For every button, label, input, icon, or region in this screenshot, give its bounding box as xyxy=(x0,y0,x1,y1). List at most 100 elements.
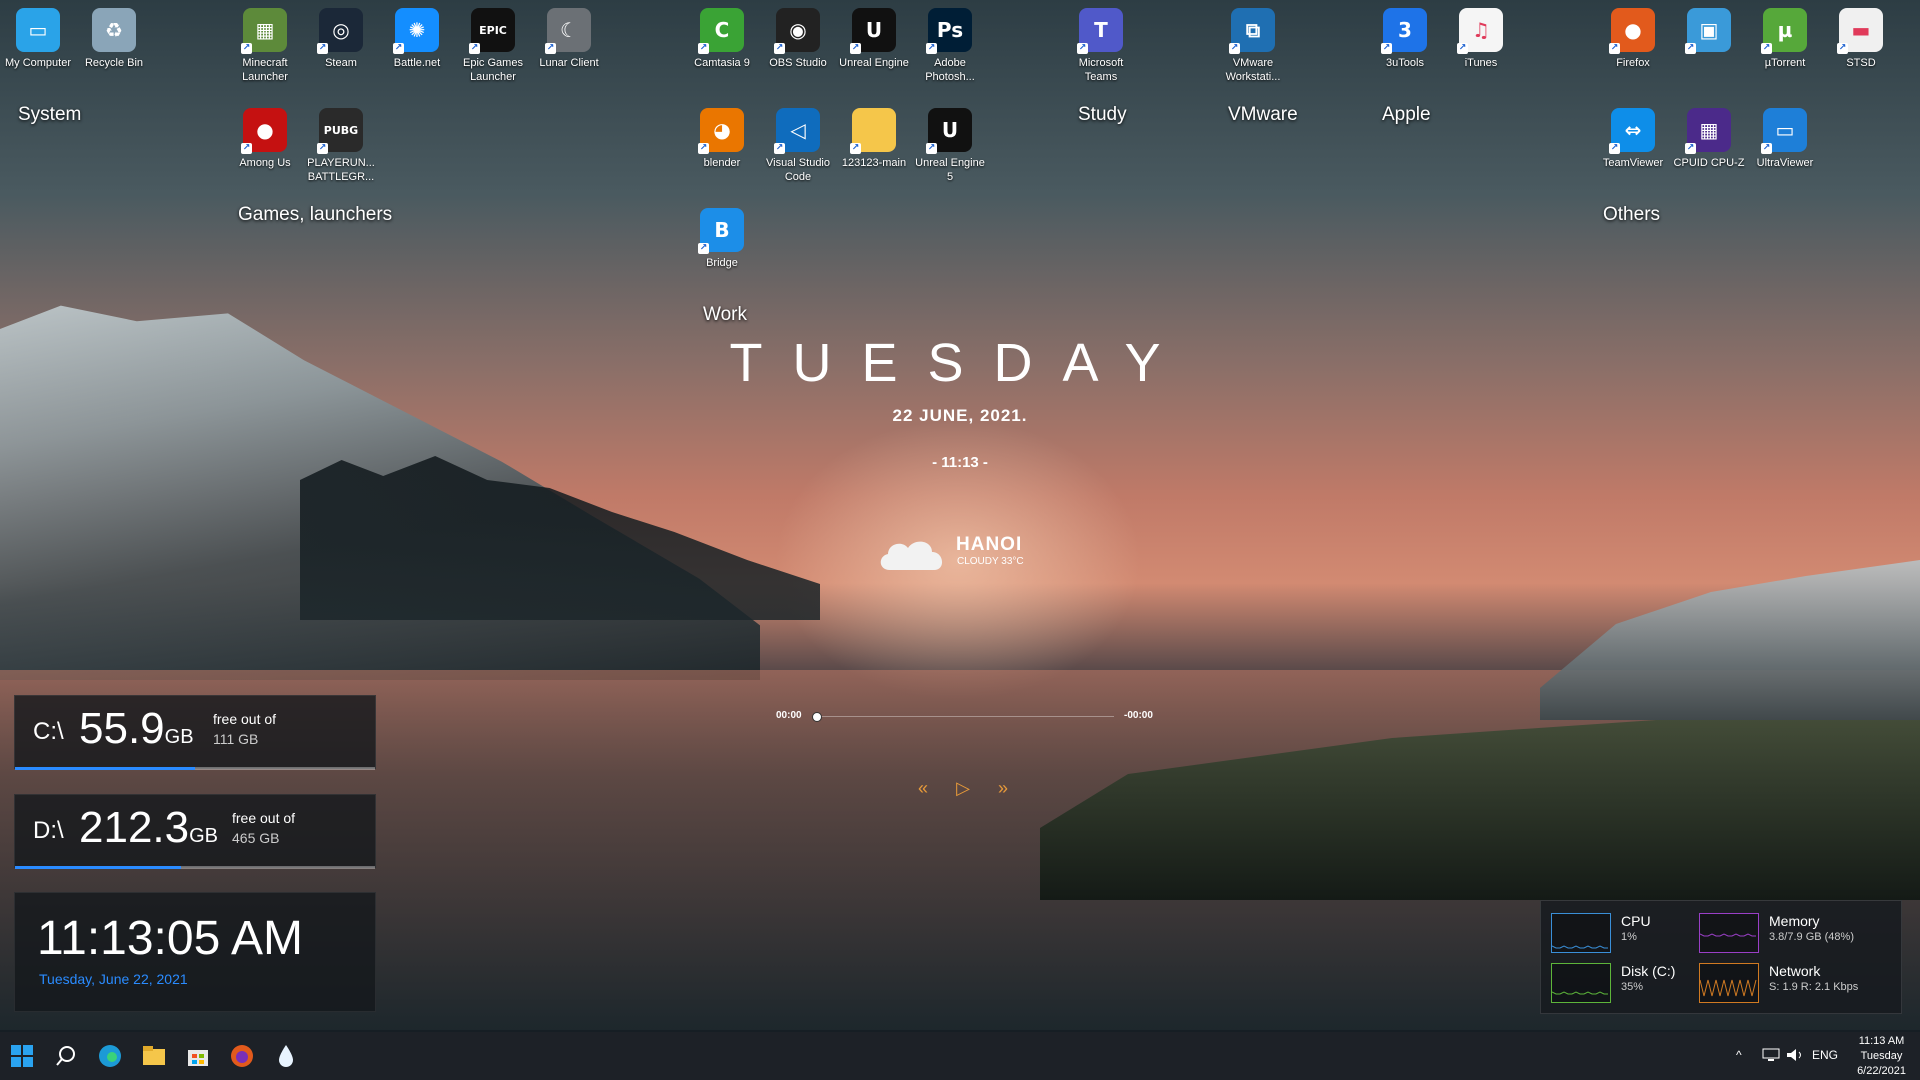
desktop-icon-label: blender xyxy=(703,157,741,169)
desktop-icon-label: Battle.net xyxy=(393,57,441,69)
desktop-icon[interactable]: ⧉ ↗ VMware Workstati... xyxy=(1217,8,1289,84)
shortcut-arrow-icon: ↗ xyxy=(1457,43,1468,54)
minecraft-icon: ▦ ↗ xyxy=(241,8,287,54)
firefox-icon[interactable] xyxy=(226,1040,258,1072)
desktop-icon[interactable]: ☾ ↗ Lunar Client xyxy=(533,8,605,70)
shortcut-arrow-icon: ↗ xyxy=(850,143,861,154)
desktop-icon[interactable]: ▦ ↗ CPUID CPU-Z xyxy=(1673,108,1745,170)
desktop-icon[interactable]: PUBG ↗ PLAYERUN... BATTLEGR... xyxy=(305,108,377,184)
desktop-icon[interactable]: ▣ ↗ xyxy=(1673,8,1745,56)
battlenet-icon: ✺ ↗ xyxy=(393,8,439,54)
desktop-icon[interactable]: µ ↗ µTorrent xyxy=(1749,8,1821,70)
player-seek-handle[interactable] xyxy=(812,712,822,722)
desktop-icon[interactable]: U ↗ Unreal Engine xyxy=(838,8,910,70)
network-graph xyxy=(1699,963,1759,1003)
edge-icon[interactable] xyxy=(94,1040,126,1072)
desktop-icon[interactable]: B ↗ Bridge xyxy=(686,208,758,270)
unreal-engine-icon: U ↗ xyxy=(850,8,896,54)
shortcut-arrow-icon: ↗ xyxy=(774,143,785,154)
drive-total: 111 GB xyxy=(213,731,259,747)
desktop-icon-label: STSD xyxy=(1846,57,1876,69)
perf-cpu: CPU 1% xyxy=(1541,909,1711,953)
next-track-button[interactable]: » xyxy=(988,778,1018,802)
show-hidden-icons-button[interactable]: ^ xyxy=(1736,1048,1742,1062)
shortcut-arrow-icon: ↗ xyxy=(1077,43,1088,54)
taskbar-clock[interactable]: 11:13 AM Tuesday 6/22/2021 xyxy=(1857,1034,1906,1079)
pubg-icon: PUBG ↗ xyxy=(317,108,363,154)
store-icon[interactable] xyxy=(182,1040,214,1072)
desktop-icon[interactable]: ◎ ↗ Steam xyxy=(305,8,377,70)
language-indicator[interactable]: ENG xyxy=(1812,1048,1838,1062)
group-label-apple: Apple xyxy=(1382,104,1431,125)
folder-icon: ↗ xyxy=(850,108,896,154)
desktop-icon[interactable]: ● ↗ Firefox xyxy=(1597,8,1669,70)
desktop-icon[interactable]: ◕ ↗ blender xyxy=(686,108,758,170)
windows-start-icon[interactable] xyxy=(6,1040,38,1072)
center-day: TUESDAY xyxy=(729,333,1191,393)
desktop-icon[interactable]: T ↗ Microsoft Teams xyxy=(1065,8,1137,84)
desktop-icon-label: Adobe Photosh... xyxy=(925,57,975,83)
player-seek-bar[interactable] xyxy=(816,716,1114,717)
shortcut-arrow-icon: ↗ xyxy=(1381,43,1392,54)
steam-icon: ◎ ↗ xyxy=(317,8,363,54)
desktop-icon[interactable]: 3 ↗ 3uTools xyxy=(1369,8,1441,70)
shortcut-arrow-icon: ↗ xyxy=(1229,43,1240,54)
taskbar: ^ ENG 11:13 AM Tuesday 6/22/2021 xyxy=(0,1032,1920,1080)
desktop-icon[interactable]: ⇔ ↗ TeamViewer xyxy=(1597,108,1669,170)
teams-icon: T ↗ xyxy=(1077,8,1123,54)
lunar-client-icon: ☾ ↗ xyxy=(545,8,591,54)
desktop-icon[interactable]: ▭ My Computer xyxy=(2,8,74,70)
shortcut-arrow-icon: ↗ xyxy=(698,143,709,154)
document-icon: ▬ ↗ xyxy=(1837,8,1883,54)
adobe-bridge-icon: B ↗ xyxy=(698,208,744,254)
desktop-icon[interactable]: C ↗ Camtasia 9 xyxy=(686,8,758,70)
desktop-icon[interactable]: ✺ ↗ Battle.net xyxy=(381,8,453,70)
network-icon[interactable] xyxy=(1762,1048,1780,1065)
teamviewer-icon: ⇔ ↗ xyxy=(1609,108,1655,154)
desktop-icon[interactable]: U ↗ Unreal Engine 5 xyxy=(914,108,986,184)
desktop-icon[interactable]: ↗ 123123-main xyxy=(838,108,910,170)
group-label-vmware: VMware xyxy=(1228,104,1298,125)
desktop-icon-label: Camtasia 9 xyxy=(694,57,750,69)
file-explorer-icon[interactable] xyxy=(138,1040,170,1072)
desktop-icon-label: VMware Workstati... xyxy=(1225,57,1281,83)
desktop-icon[interactable]: ◉ ↗ OBS Studio xyxy=(762,8,834,70)
perf-sparkline xyxy=(1552,991,1608,995)
shortcut-arrow-icon: ↗ xyxy=(926,43,937,54)
shortcut-arrow-icon: ↗ xyxy=(850,43,861,54)
search-icon[interactable] xyxy=(50,1040,82,1072)
desktop-icon[interactable]: ▬ ↗ STSD xyxy=(1825,8,1897,70)
desktop-icon[interactable]: ▭ ↗ UltraViewer xyxy=(1749,108,1821,170)
desktop-icon-label: 123123-main xyxy=(841,157,907,169)
desktop-icon-label: Unreal Engine 5 xyxy=(915,157,985,183)
drive-free-space: 55.9GB xyxy=(79,704,194,753)
center-date: 22 JUNE, 2021. xyxy=(892,406,1028,425)
ink-drop-icon[interactable] xyxy=(270,1040,302,1072)
desktop-icon[interactable]: Ps ↗ Adobe Photosh... xyxy=(914,8,986,84)
blender-icon: ◕ ↗ xyxy=(698,108,744,154)
desktop-icon[interactable]: ▦ ↗ Minecraft Launcher xyxy=(229,8,301,84)
desktop-icon[interactable]: EPIC ↗ Epic Games Launcher xyxy=(457,8,529,84)
volume-icon[interactable] xyxy=(1786,1048,1804,1065)
desktop-icon[interactable]: ♻ Recycle Bin xyxy=(78,8,150,70)
shortcut-arrow-icon: ↗ xyxy=(545,43,556,54)
perf-sparkline xyxy=(1700,933,1756,937)
desktop-icon-label: 3uTools xyxy=(1386,57,1424,69)
play-button[interactable]: ▷ xyxy=(948,778,978,802)
drive-total: 465 GB xyxy=(232,830,280,846)
perf-value: S: 1.9 R: 2.1 Kbps xyxy=(1769,981,1859,993)
desktop-icon-label: TeamViewer xyxy=(1602,157,1664,169)
desktop-icon-label: My Computer xyxy=(4,57,72,69)
shortcut-arrow-icon: ↗ xyxy=(1761,43,1772,54)
drive-c-widget: C:\ 55.9GB free out of 111 GB xyxy=(14,695,376,770)
clock-widget-time: 11:13:05 AM xyxy=(37,912,303,965)
unreal-engine-5-icon: U ↗ xyxy=(926,108,972,154)
desktop-icon[interactable]: ♫ ↗ iTunes xyxy=(1445,8,1517,70)
desktop-icon-label: UltraViewer xyxy=(1756,157,1814,169)
taskbar-day: Tuesday xyxy=(1860,1050,1903,1062)
previous-track-button[interactable]: « xyxy=(908,778,938,802)
desktop-icon[interactable]: ● ↗ Among Us xyxy=(229,108,301,170)
drive-d-widget: D:\ 212.3GB free out of 465 GB xyxy=(14,794,376,869)
desktop-icon[interactable]: ◁ ↗ Visual Studio Code xyxy=(762,108,834,184)
desktop-icon-label: Epic Games Launcher xyxy=(463,57,523,83)
